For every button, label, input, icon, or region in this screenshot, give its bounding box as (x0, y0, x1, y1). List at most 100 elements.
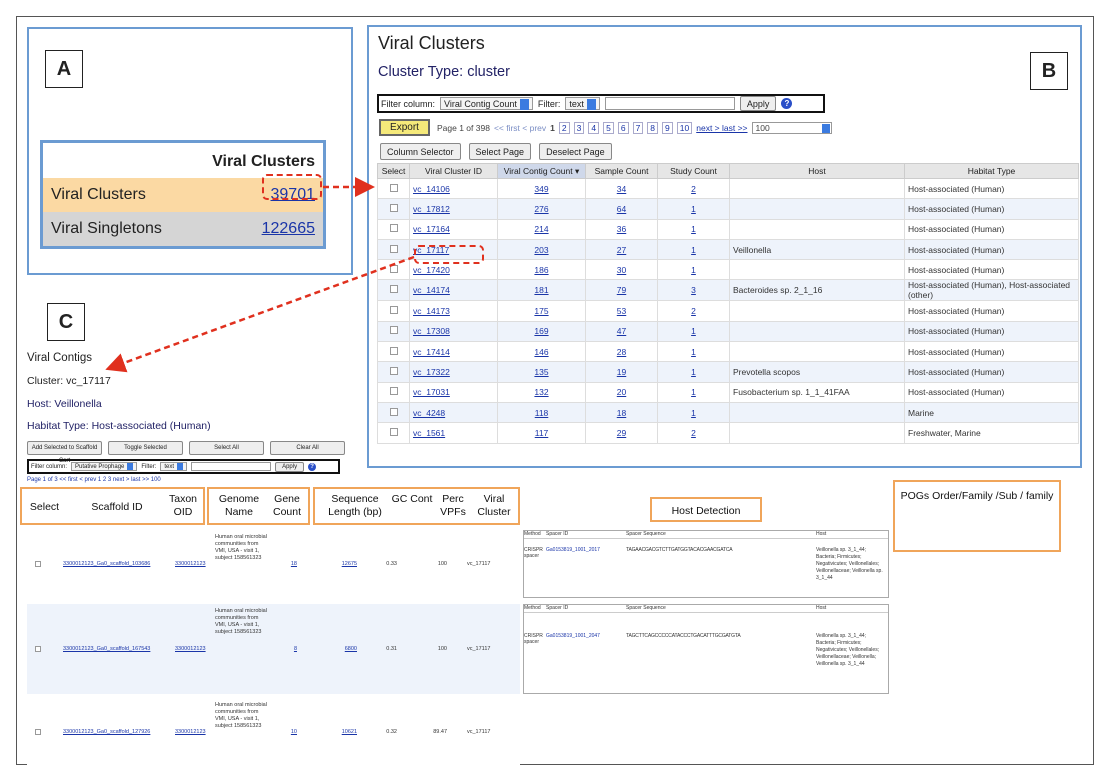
export-button[interactable]: Export (379, 119, 430, 136)
toggle-selected-button[interactable]: Toggle Selected (108, 441, 183, 455)
add-to-cart-button[interactable]: Add Selected to Scaffold Cart (27, 441, 102, 464)
clear-all-button[interactable]: Clear All (270, 441, 345, 455)
filter-text-input[interactable] (604, 97, 735, 110)
column-selector-button[interactable]: Column Selector (380, 143, 461, 160)
cluster-id-link[interactable]: vc_17812 (413, 204, 450, 214)
sample-count-cell[interactable]: 28 (585, 341, 658, 363)
contig-pagination[interactable]: Page 1 of 3 << first < prev 1 2 3 next >… (27, 477, 161, 483)
page-link[interactable]: 2 (558, 122, 570, 134)
contig-count-cell[interactable]: 276 (497, 198, 586, 220)
page-link[interactable]: 4 (588, 122, 600, 134)
sample-count-cell[interactable]: 36 (585, 218, 658, 240)
study-count-cell[interactable]: 1 (657, 401, 730, 424)
row-checkbox[interactable] (389, 203, 398, 212)
sample-count-cell[interactable]: 20 (585, 381, 658, 403)
row-checkbox[interactable] (389, 346, 398, 355)
page-link[interactable]: 3 (573, 122, 585, 134)
row-checkbox[interactable] (35, 646, 41, 652)
contig-count-cell[interactable]: 181 (497, 279, 586, 302)
page-link[interactable]: 5 (603, 122, 614, 134)
cluster-id-cell[interactable]: vc_17322 (409, 361, 498, 383)
help-icon[interactable]: ? (781, 98, 793, 109)
next-last-links[interactable]: next > last >> (696, 123, 747, 133)
contig-count-cell[interactable]: 203 (497, 238, 586, 261)
scaffold-link[interactable]: 3300012123_Ga0_scaffold_103686 (63, 561, 150, 567)
contig-count-cell[interactable]: 349 (497, 177, 586, 200)
row-checkbox[interactable] (389, 407, 398, 416)
col-contig-count[interactable]: Viral Contig Count ▾ (497, 163, 586, 179)
contig-count-cell[interactable]: 117 (497, 422, 586, 444)
row-checkbox[interactable] (389, 264, 398, 273)
cluster-id-cell[interactable]: vc_14106 (409, 177, 498, 200)
row-checkbox[interactable] (35, 561, 41, 567)
scaffold-link[interactable]: 3300012123_Ga0_scaffold_167543 (63, 646, 150, 652)
cluster-id-cell[interactable]: vc_17812 (409, 198, 498, 220)
col-host[interactable]: Host (729, 163, 905, 179)
sequence-length-link[interactable]: 12675 (327, 561, 357, 567)
page-link[interactable]: 10 (676, 122, 693, 134)
page-link[interactable]: 9 (662, 122, 673, 134)
contig-count-cell[interactable]: 186 (497, 259, 586, 281)
cluster-id-link[interactable]: vc_17308 (413, 326, 450, 336)
contig-count-cell[interactable]: 132 (497, 381, 586, 403)
row-checkbox[interactable] (389, 427, 398, 436)
col-sample-count[interactable]: Sample Count (585, 163, 658, 179)
filter-type-select[interactable]: text (565, 97, 600, 111)
sample-count-cell[interactable]: 30 (585, 259, 658, 281)
sample-count-cell[interactable]: 19 (585, 361, 658, 383)
sample-count-cell[interactable]: 64 (585, 198, 658, 220)
taxon-link[interactable]: 3300012123 (175, 561, 206, 567)
study-count-cell[interactable]: 2 (657, 422, 730, 444)
contig-count-cell[interactable]: 169 (497, 320, 586, 343)
contig-count-cell[interactable]: 135 (497, 361, 586, 383)
gene-count-link[interactable]: 10 (277, 729, 297, 735)
study-count-cell[interactable]: 3 (657, 279, 730, 302)
scaffold-link[interactable]: 3300012123_Ga0_scaffold_127926 (63, 729, 150, 735)
sample-count-cell[interactable]: 34 (585, 177, 658, 200)
cluster-id-link[interactable]: vc_14174 (413, 285, 450, 295)
col-study-count[interactable]: Study Count (657, 163, 730, 179)
row-checkbox[interactable] (389, 244, 398, 253)
viral-singletons-count-link[interactable]: 122665 (262, 220, 315, 238)
study-count-cell[interactable]: 2 (657, 177, 730, 200)
page-link[interactable]: 6 (617, 122, 629, 134)
sample-count-cell[interactable]: 79 (585, 279, 658, 302)
select-all-button[interactable]: Select All (189, 441, 264, 455)
cluster-id-cell[interactable]: vc_17031 (409, 381, 498, 403)
page-link[interactable]: 7 (632, 122, 644, 134)
cluster-id-cell[interactable]: vc_14174 (409, 279, 498, 302)
sample-count-cell[interactable]: 27 (585, 238, 658, 261)
row-checkbox[interactable] (389, 367, 398, 376)
cluster-id-link[interactable]: vc_17031 (413, 387, 450, 397)
col-habitat-type[interactable]: Habitat Type (904, 163, 1079, 179)
contig-count-cell[interactable]: 118 (497, 401, 586, 424)
study-count-cell[interactable]: 1 (657, 361, 730, 383)
sequence-length-link[interactable]: 6800 (327, 646, 357, 652)
filter-column-select[interactable]: Putative Prophage (71, 462, 138, 471)
select-page-button[interactable]: Select Page (468, 143, 532, 160)
row-checkbox[interactable] (389, 306, 398, 315)
study-count-cell[interactable]: 1 (657, 218, 730, 240)
filter-text-input[interactable] (191, 462, 272, 471)
contig-count-cell[interactable]: 175 (497, 300, 586, 322)
study-count-cell[interactable]: 1 (657, 320, 730, 343)
sample-count-cell[interactable]: 18 (585, 401, 658, 424)
sequence-length-link[interactable]: 10621 (327, 729, 357, 735)
cluster-id-link[interactable]: vc_17322 (413, 367, 450, 377)
filter-type-select[interactable]: text (160, 462, 188, 471)
page-link[interactable]: 8 (647, 122, 659, 134)
apply-button[interactable]: Apply (275, 461, 305, 472)
study-count-cell[interactable]: 1 (657, 381, 730, 403)
sample-count-cell[interactable]: 29 (585, 422, 658, 444)
cluster-id-link[interactable]: vc_1561 (413, 428, 445, 438)
cluster-id-cell[interactable]: vc_14173 (409, 300, 498, 322)
sample-count-cell[interactable]: 53 (585, 300, 658, 322)
taxon-link[interactable]: 3300012123 (175, 729, 206, 735)
row-checkbox[interactable] (35, 729, 41, 735)
row-checkbox[interactable] (389, 326, 398, 335)
row-checkbox[interactable] (389, 387, 398, 396)
cluster-id-cell[interactable]: vc_1561 (409, 422, 498, 444)
study-count-cell[interactable]: 1 (657, 238, 730, 261)
cluster-id-cell[interactable]: vc_17414 (409, 341, 498, 363)
cluster-id-cell[interactable]: vc_4248 (409, 401, 498, 424)
